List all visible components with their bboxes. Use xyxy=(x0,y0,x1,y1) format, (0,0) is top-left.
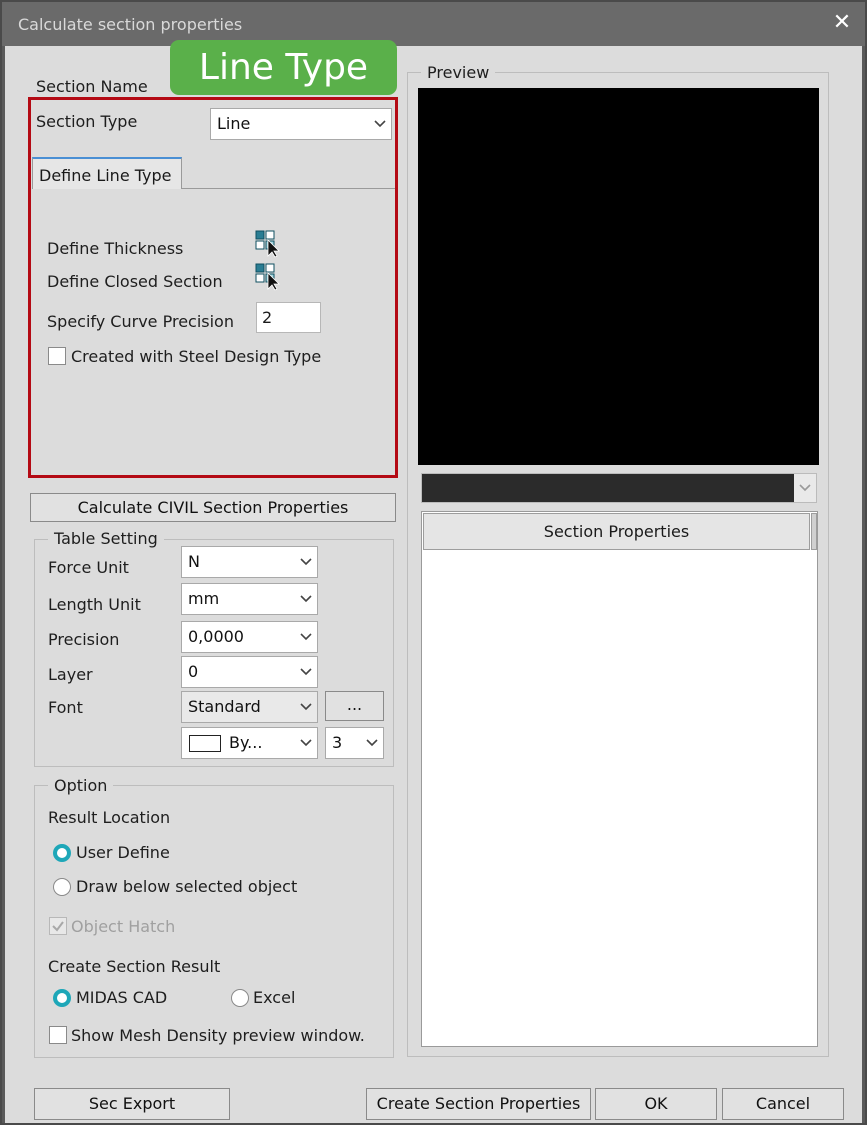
mesh-density-label: Show Mesh Density preview window. xyxy=(71,1026,365,1045)
layer-label: Layer xyxy=(48,665,93,684)
line-type-badge: Line Type xyxy=(170,40,397,95)
layer-value: 0 xyxy=(188,662,199,681)
line-type-highlight-box xyxy=(28,97,398,478)
chevron-down-icon[interactable] xyxy=(295,728,317,758)
font-more-label: ... xyxy=(346,695,363,714)
sec-export-button[interactable]: Sec Export xyxy=(34,1088,230,1120)
title-bar[interactable]: Calculate section properties ✕ xyxy=(2,2,865,46)
calculate-civil-label: Calculate CIVIL Section Properties xyxy=(77,498,349,517)
result-location-label: Result Location xyxy=(48,808,171,827)
text-size-value: 3 xyxy=(332,733,343,752)
font-more-button[interactable]: ... xyxy=(325,691,384,721)
option-title: Option xyxy=(48,776,114,795)
ok-button[interactable]: OK xyxy=(595,1088,717,1120)
preview-select-combo[interactable] xyxy=(421,473,817,503)
ok-label: OK xyxy=(644,1094,668,1113)
font-combo[interactable]: Standard xyxy=(181,691,318,723)
table-setting-title: Table Setting xyxy=(48,529,164,548)
window-title: Calculate section properties xyxy=(18,15,243,34)
midas-cad-label: MIDAS CAD xyxy=(76,988,168,1007)
excel-label: Excel xyxy=(253,988,296,1007)
dialog-client: Section Name Section Type Line Define Li… xyxy=(5,40,862,1123)
precision-combo[interactable]: 0,0000 xyxy=(181,621,318,653)
chevron-down-icon[interactable] xyxy=(295,584,317,614)
draw-below-radio[interactable] xyxy=(53,878,71,896)
close-icon[interactable]: ✕ xyxy=(829,10,855,36)
precision-label: Precision xyxy=(48,630,120,649)
chevron-down-icon[interactable] xyxy=(794,474,816,502)
user-define-label: User Define xyxy=(76,843,170,862)
draw-below-label: Draw below selected object xyxy=(76,877,298,896)
layer-combo[interactable]: 0 xyxy=(181,656,318,688)
chevron-down-icon[interactable] xyxy=(295,622,317,652)
midas-cad-radio[interactable] xyxy=(53,989,71,1007)
length-unit-combo[interactable]: mm xyxy=(181,583,318,615)
sec-export-label: Sec Export xyxy=(88,1094,176,1113)
section-name-label: Section Name xyxy=(36,77,148,96)
font-label: Font xyxy=(48,698,83,717)
force-unit-value: N xyxy=(188,552,200,571)
color-swatch xyxy=(189,735,221,752)
chevron-down-icon[interactable] xyxy=(361,728,383,758)
excel-radio[interactable] xyxy=(231,989,249,1007)
font-value: Standard xyxy=(188,697,261,716)
section-properties-header[interactable]: Section Properties xyxy=(423,513,810,550)
header-filler xyxy=(811,513,817,550)
chevron-down-icon[interactable] xyxy=(295,692,317,722)
mesh-density-checkbox[interactable] xyxy=(49,1026,67,1044)
calculate-civil-button[interactable]: Calculate CIVIL Section Properties xyxy=(30,493,396,522)
cancel-button[interactable]: Cancel xyxy=(722,1088,844,1120)
force-unit-label: Force Unit xyxy=(48,558,129,577)
precision-value: 0,0000 xyxy=(188,627,244,646)
cancel-label: Cancel xyxy=(755,1094,811,1113)
object-hatch-label: Object Hatch xyxy=(71,917,176,936)
length-unit-value: mm xyxy=(188,589,220,608)
chevron-down-icon[interactable] xyxy=(295,657,317,687)
create-section-properties-label: Create Section Properties xyxy=(376,1094,581,1113)
object-hatch-checkbox[interactable] xyxy=(49,917,67,935)
text-color-value: By... xyxy=(229,733,263,752)
text-color-combo[interactable]: By... xyxy=(181,727,318,759)
create-section-properties-button[interactable]: Create Section Properties xyxy=(366,1088,591,1120)
preview-canvas[interactable] xyxy=(418,88,819,465)
user-define-radio[interactable] xyxy=(53,844,71,862)
preview-title: Preview xyxy=(421,63,496,82)
chevron-down-icon[interactable] xyxy=(295,547,317,577)
create-result-label: Create Section Result xyxy=(48,957,221,976)
section-properties-table[interactable]: Section Properties xyxy=(421,511,818,1047)
text-size-combo[interactable]: 3 xyxy=(325,727,384,759)
length-unit-label: Length Unit xyxy=(48,595,141,614)
force-unit-combo[interactable]: N xyxy=(181,546,318,578)
check-icon xyxy=(52,921,64,932)
dialog-window: Calculate section properties ✕ Section N… xyxy=(0,0,867,1125)
